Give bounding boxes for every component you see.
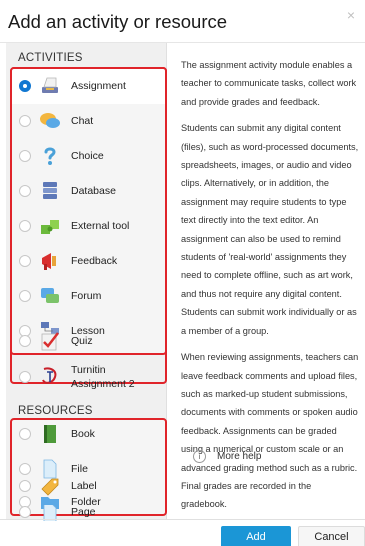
dialog-title: Add an activity or resource: [8, 11, 228, 32]
book-icon: [44, 425, 56, 443]
cancel-button[interactable]: Cancel: [298, 526, 365, 546]
activity-item-quiz[interactable]: Quiz: [12, 324, 165, 359]
more-help-label: More help: [217, 451, 262, 462]
radio-file[interactable]: [19, 463, 31, 475]
label-icon: [41, 478, 59, 496]
description-paragraph-1: The assignment activity module enables a…: [181, 60, 357, 107]
description-paragraph-2: Students can submit any digital content …: [181, 123, 359, 336]
add-button[interactable]: Add: [221, 526, 291, 546]
resource-label: Page: [71, 506, 96, 518]
radio-page[interactable]: [19, 506, 31, 518]
info-icon: i: [193, 450, 206, 463]
description-paragraph-3: When reviewing assignments, teachers can…: [181, 352, 359, 510]
radio-book[interactable]: [19, 428, 31, 440]
radio-label[interactable]: [19, 480, 31, 492]
radio-quiz[interactable]: [19, 335, 31, 347]
activities-header: ACTIVITIES: [18, 52, 83, 64]
quiz-icon: [41, 332, 59, 351]
close-icon[interactable]: ×: [347, 8, 355, 22]
radio-turnitin[interactable]: [19, 371, 31, 383]
resource-label: File: [71, 463, 88, 475]
resources-header: RESOURCES: [18, 405, 93, 417]
resource-item-book[interactable]: Book: [12, 417, 165, 452]
activity-label: Quiz: [71, 335, 93, 347]
activity-label: Turnitin: [71, 364, 106, 376]
dialog-header: Add an activity or resource ×: [0, 0, 365, 40]
resource-label: Label: [71, 480, 97, 492]
resource-label: Book: [71, 428, 95, 440]
more-help-link[interactable]: i More help: [193, 450, 261, 463]
turnitin-icon: [42, 367, 57, 384]
activity-item-turnitin[interactable]: Turnitin Assignment 2: [12, 357, 165, 397]
footer-divider: [0, 519, 365, 520]
activity-label-line2: Assignment 2: [71, 378, 135, 390]
